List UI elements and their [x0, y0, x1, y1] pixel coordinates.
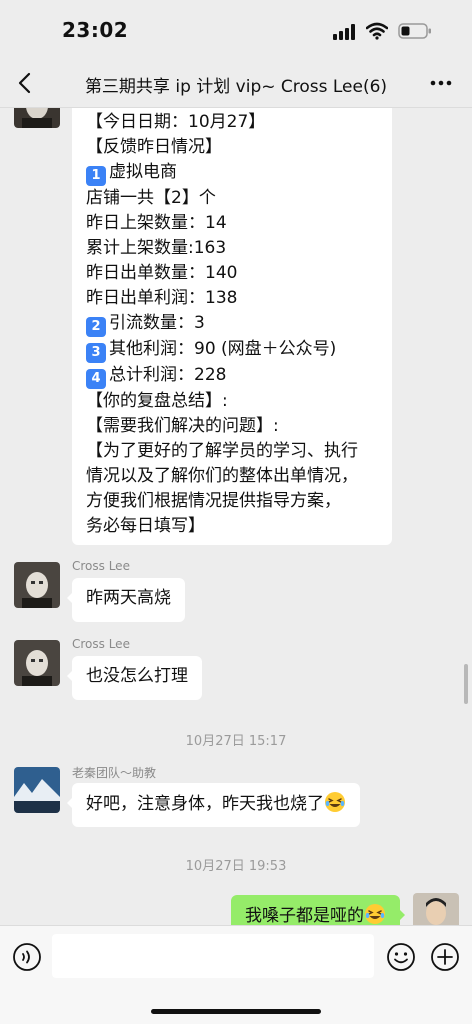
message-line: 引流数量：3 — [109, 313, 205, 333]
timestamp: 10月27日 15:17 — [185, 734, 287, 749]
message-line: 总计利润：228 — [109, 365, 227, 385]
message-line: 虚拟电商 — [109, 162, 177, 182]
message-line: 【反馈昨日情况】 — [86, 137, 222, 157]
avatar[interactable] — [14, 640, 60, 686]
message-text: 也没怎么打理 — [86, 666, 188, 686]
avatar[interactable] — [14, 767, 60, 813]
chat-title: 第三期共享 ip 计划 vip~ Cross Lee(6) — [84, 77, 388, 97]
plus-icon[interactable] — [430, 942, 460, 972]
sender-name: Cross Lee — [72, 559, 130, 573]
message-line: 情况以及了解你们的整体出单情况， — [86, 466, 358, 486]
more-options-icon[interactable] — [430, 76, 452, 90]
avatar[interactable] — [14, 108, 60, 128]
message-line: 【需要我们解决的问题】: — [86, 416, 279, 436]
message-bubble[interactable]: 也没怎么打理 — [67, 656, 202, 700]
status-time: 23:02 — [62, 18, 129, 42]
message-text: 好吧，注意身体，昨天我也烧了 — [86, 794, 324, 814]
keycap-number-icon: 1 — [86, 166, 106, 186]
message-line: 务必每日填写】 — [86, 516, 205, 536]
message-bubble[interactable]: 我嗓子都是哑的 — [231, 895, 405, 925]
message-line: 方便我们根据情况提供指导方案， — [86, 491, 341, 511]
voice-input-icon[interactable] — [12, 942, 42, 972]
message-line: 店铺一共【2】个 — [86, 188, 216, 208]
status-bar: 23:02 — [0, 0, 472, 60]
chat-header: 第三期共享 ip 计划 vip~ Cross Lee(6) — [0, 60, 472, 108]
message-line: 昨日出单利润：138 — [86, 288, 238, 308]
scrollbar[interactable] — [464, 664, 468, 704]
avatar[interactable] — [413, 893, 459, 925]
sender-name: 老秦团队～助教 — [72, 766, 157, 780]
home-indicator[interactable] — [151, 1009, 321, 1014]
battery-icon — [398, 23, 431, 39]
sender-name: Cross Lee — [72, 637, 130, 651]
message-bubble[interactable]: 昨两天高烧 — [67, 578, 185, 622]
message-bubble[interactable]: 【今日日期：10月27】 【反馈昨日情况】 1 虚拟电商 店铺一共【2】个 昨日上… — [72, 108, 392, 545]
timestamp: 10月27日 19:53 — [185, 859, 287, 874]
message-bubble[interactable]: 好吧，注意身体，昨天我也烧了 — [67, 783, 360, 827]
message-line: 其他利润：90 (网盘＋公众号) — [109, 339, 337, 359]
laughing-face-icon — [365, 904, 385, 924]
back-arrow-icon[interactable] — [14, 72, 36, 94]
chat-message-list[interactable]: 【今日日期：10月27】 【反馈昨日情况】 1 虚拟电商 店铺一共【2】个 昨日上… — [0, 108, 472, 925]
laughing-face-icon — [325, 792, 345, 812]
keycap-number-icon: 2 — [86, 317, 106, 337]
emoji-icon[interactable] — [386, 942, 416, 972]
message-line: 昨日上架数量：14 — [86, 213, 227, 233]
message-text: 我嗓子都是哑的 — [245, 906, 364, 925]
keycap-number-icon: 3 — [86, 343, 106, 363]
message-line: 累计上架数量:163 — [86, 238, 227, 258]
message-line: 【今日日期：10月27】 — [86, 112, 266, 132]
message-line: 【为了更好的了解学员的学习、执行 — [86, 441, 358, 461]
message-line: 昨日出单数量：140 — [86, 263, 238, 283]
message-input[interactable] — [52, 934, 374, 978]
keycap-number-icon: 4 — [86, 369, 106, 389]
message-text: 昨两天高烧 — [86, 588, 171, 608]
wifi-icon — [366, 22, 388, 40]
cellular-signal-icon — [333, 24, 355, 40]
message-line: 【你的复盘总结】: — [86, 391, 228, 411]
avatar[interactable] — [14, 562, 60, 608]
